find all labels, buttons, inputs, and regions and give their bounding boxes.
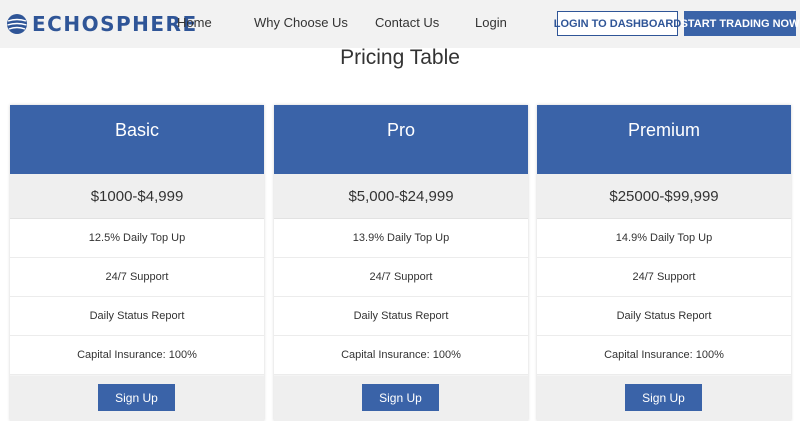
card-footer: Sign Up xyxy=(274,376,528,421)
sign-up-button-pro[interactable]: Sign Up xyxy=(362,384,439,411)
pricing-card-premium: Premium $25000-$99,999 14.9% Daily Top U… xyxy=(537,105,791,421)
globe-icon xyxy=(7,14,27,34)
plan-feature: 12.5% Daily Top Up xyxy=(10,219,264,258)
plan-feature: 24/7 Support xyxy=(10,258,264,297)
plan-name: Premium xyxy=(537,105,791,174)
pricing-card-pro: Pro $5,000-$24,999 13.9% Daily Top Up 24… xyxy=(274,105,528,421)
pricing-card-basic: Basic $1000-$4,999 12.5% Daily Top Up 24… xyxy=(10,105,264,421)
page-title: Pricing Table xyxy=(340,46,460,69)
plan-feature: Daily Status Report xyxy=(10,297,264,336)
plan-name: Pro xyxy=(274,105,528,174)
plan-price: $25000-$99,999 xyxy=(537,174,791,219)
start-trading-now-button[interactable]: START TRADING NOW xyxy=(681,11,799,36)
plan-price: $5,000-$24,999 xyxy=(274,174,528,219)
login-to-dashboard-button[interactable]: LOGIN TO DASHBOARD xyxy=(554,11,681,36)
card-footer: Sign Up xyxy=(10,376,264,421)
plan-feature: Daily Status Report xyxy=(274,297,528,336)
plan-feature: Capital Insurance: 100% xyxy=(274,336,528,375)
plan-price: $1000-$4,999 xyxy=(10,174,264,219)
plan-feature: 13.9% Daily Top Up xyxy=(274,219,528,258)
plan-feature: Daily Status Report xyxy=(537,297,791,336)
sign-up-button-premium[interactable]: Sign Up xyxy=(625,384,702,411)
nav-link-contact-us[interactable]: Contact Us xyxy=(375,15,439,31)
plan-feature: Capital Insurance: 100% xyxy=(10,336,264,375)
nav-link-why-choose-us[interactable]: Why Choose Us xyxy=(254,15,348,31)
sign-up-button-basic[interactable]: Sign Up xyxy=(98,384,175,411)
plan-feature: 14.9% Daily Top Up xyxy=(537,219,791,258)
plan-feature: 24/7 Support xyxy=(537,258,791,297)
brand-logo[interactable]: ECHOSPHERE xyxy=(6,12,198,36)
top-navbar: ECHOSPHERE Home Why Choose Us Contact Us… xyxy=(0,0,800,48)
card-footer: Sign Up xyxy=(537,376,791,421)
plan-feature: Capital Insurance: 100% xyxy=(537,336,791,375)
plan-name: Basic xyxy=(10,105,264,174)
brand-name: ECHOSPHERE xyxy=(32,12,198,36)
plan-feature: 24/7 Support xyxy=(274,258,528,297)
nav-link-login[interactable]: Login xyxy=(475,15,507,31)
nav-link-home[interactable]: Home xyxy=(177,15,212,31)
